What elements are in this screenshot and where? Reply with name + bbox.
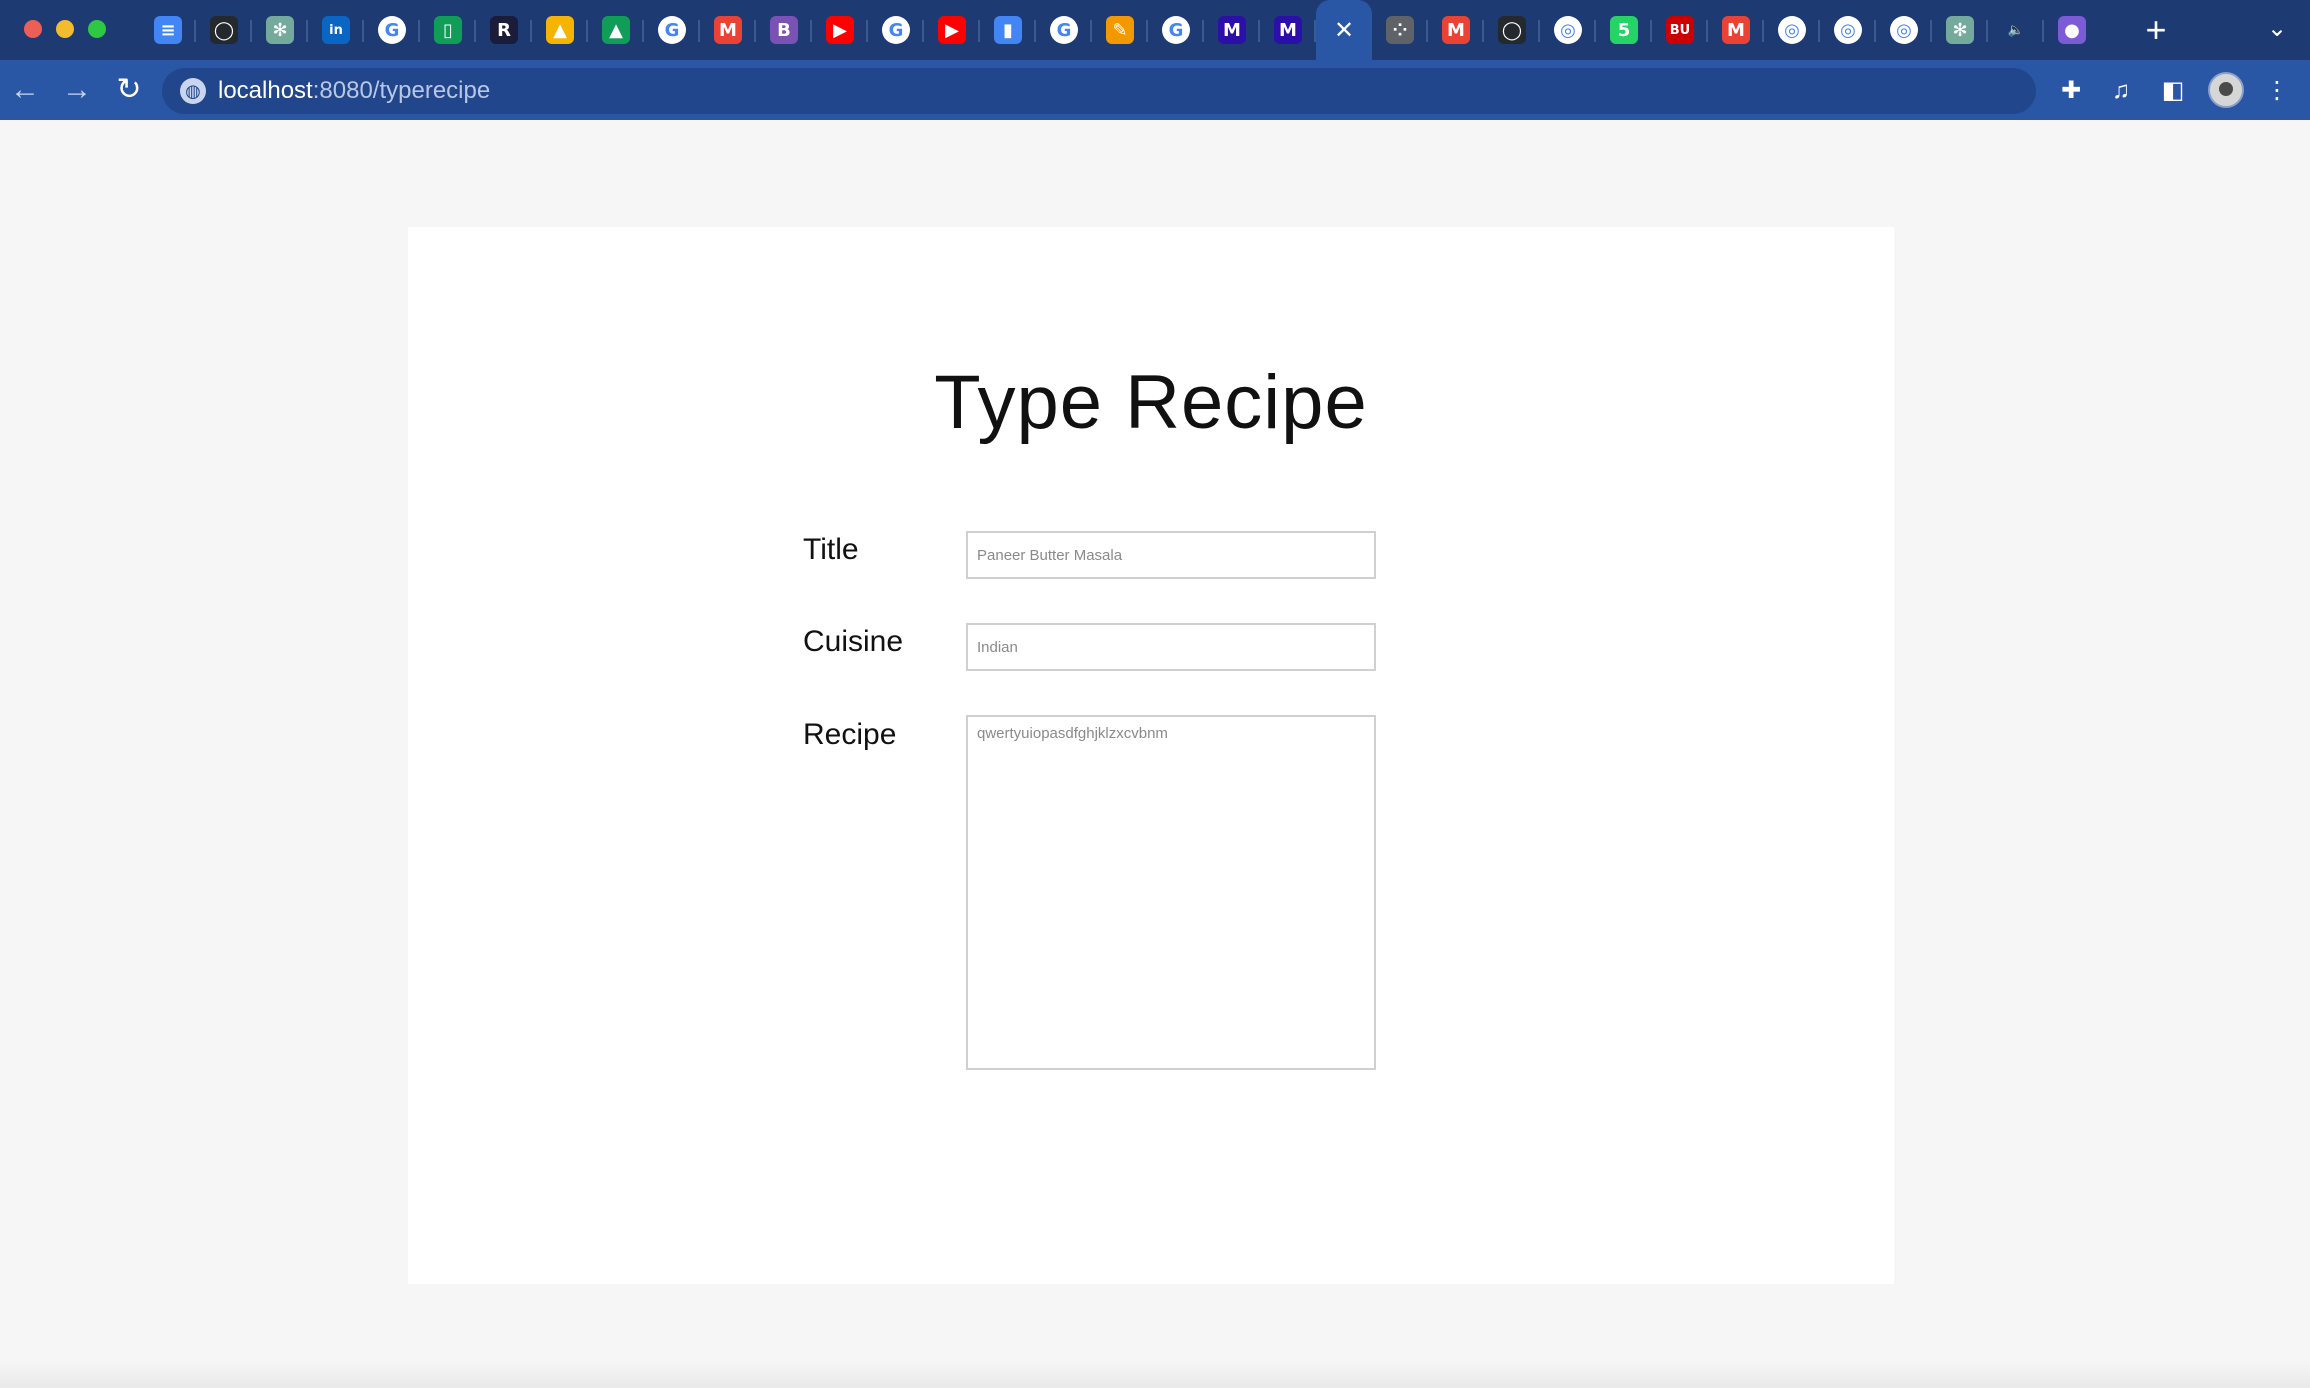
side-panel-icon[interactable]: ◧ [2156, 74, 2190, 108]
chrome-icon: ◎ [1890, 16, 1918, 44]
browser-tab[interactable]: M [1204, 0, 1260, 60]
tab-strip: ≡ ◯ ✻ in G ▯ R ▲ ▲ G M B ▶ G ▶ ▮ G ✎ G M M ✕ ⁘ M ◯ ◎ 5 BU M ◎ ◎ ◎ ✻ 🔈 ● + … [0, 0, 2310, 60]
youtube-icon: ▶ [938, 16, 966, 44]
close-icon[interactable]: ✕ [1330, 16, 1358, 44]
forward-button[interactable]: → [58, 72, 96, 110]
google-icon: G [378, 16, 406, 44]
google-icon: G [1162, 16, 1190, 44]
pencil-icon: ✎ [1106, 16, 1134, 44]
page-title: Type Recipe [934, 360, 1368, 445]
browser-tab[interactable]: ▶ [812, 0, 868, 60]
github-icon: ◯ [1498, 16, 1526, 44]
address-bar[interactable]: ◍ localhost:8080/typerecipe [162, 68, 2036, 114]
browser-tab[interactable]: ◎ [1764, 0, 1820, 60]
recipe-label: Recipe [803, 718, 897, 751]
youtube-icon: ▶ [826, 16, 854, 44]
browser-tab[interactable]: M [1708, 0, 1764, 60]
speaker-icon: 🔈 [2002, 16, 2030, 44]
browser-tab[interactable]: ◯ [1484, 0, 1540, 60]
tab-search-button[interactable]: ⌄ [2262, 14, 2292, 43]
browser-tab[interactable]: ◯ [196, 0, 252, 60]
browser-tab[interactable]: ▮ [980, 0, 1036, 60]
browser-tab[interactable]: 5 [1596, 0, 1652, 60]
google-icon: G [882, 16, 910, 44]
tab-list: ≡ ◯ ✻ in G ▯ R ▲ ▲ G M B ▶ G ▶ ▮ G ✎ G M M ✕ ⁘ M ◯ ◎ 5 BU M ◎ ◎ ◎ ✻ 🔈 ● [140, 0, 2100, 60]
url-host: localhost [218, 77, 313, 104]
url-text[interactable]: localhost:8080/typerecipe [218, 76, 490, 106]
reload-button[interactable]: ↻ [110, 72, 148, 110]
browser-tab[interactable]: G [1036, 0, 1092, 60]
chatgpt-icon: ✻ [266, 16, 294, 44]
drive-icon: ▲ [602, 16, 630, 44]
sheets-icon: ▯ [434, 16, 462, 44]
browser-tab[interactable]: M [1260, 0, 1316, 60]
browser-tab[interactable]: M [1428, 0, 1484, 60]
browser-tab[interactable]: ▲ [532, 0, 588, 60]
close-window-button[interactable] [24, 20, 42, 38]
whatsapp-icon: 5 [1610, 16, 1638, 44]
browser-tab[interactable]: ≡ [140, 0, 196, 60]
browser-tab[interactable]: ✻ [252, 0, 308, 60]
browser-menu-icon[interactable]: ⋮ [2260, 74, 2294, 108]
minimize-window-button[interactable] [56, 20, 74, 38]
browser-tab[interactable]: B [756, 0, 812, 60]
cuisine-input[interactable] [966, 623, 1376, 671]
browser-tab[interactable]: ◎ [1876, 0, 1932, 60]
browser-tab[interactable]: ▶ [924, 0, 980, 60]
chrome-icon: ◎ [1834, 16, 1862, 44]
new-tab-button[interactable]: + [2134, 8, 2178, 52]
browser-tab[interactable]: 🔈 [1988, 0, 2044, 60]
profile-avatar[interactable] [2208, 72, 2244, 108]
browser-tab[interactable]: G [644, 0, 700, 60]
cuisine-label: Cuisine [803, 625, 904, 658]
bootstrap-icon: B [770, 16, 798, 44]
recipe-textarea[interactable] [966, 715, 1376, 1070]
site-info-icon[interactable]: ◍ [180, 78, 206, 104]
gmail-icon: M [714, 16, 742, 44]
browser-tab[interactable]: R [476, 0, 532, 60]
github-icon: ◯ [210, 16, 238, 44]
linkedin-icon: in [322, 16, 350, 44]
browser-tab[interactable]: ◎ [1820, 0, 1876, 60]
page-bottom-edge [0, 1360, 2310, 1388]
browser-tab[interactable]: ⁘ [1372, 0, 1428, 60]
gmail-icon: M [1442, 16, 1470, 44]
google-icon: G [1050, 16, 1078, 44]
browser-tab[interactable]: G [1148, 0, 1204, 60]
analytics-icon: ▮ [994, 16, 1022, 44]
browser-tab[interactable]: ✎ [1092, 0, 1148, 60]
back-button[interactable]: ← [6, 72, 44, 110]
google-icon: G [658, 16, 686, 44]
bu-icon: BU [1666, 16, 1694, 44]
browser-tab[interactable]: G [868, 0, 924, 60]
m-icon: M [1274, 16, 1302, 44]
recipe-form-card: Type Recipe Title Cuisine Recipe [408, 227, 1894, 1284]
docs-icon: ≡ [154, 16, 182, 44]
title-input[interactable] [966, 531, 1376, 579]
title-label: Title [803, 533, 859, 566]
gmail-icon: M [1722, 16, 1750, 44]
browser-tab[interactable]: ✻ [1932, 0, 1988, 60]
url-path: :8080/typerecipe [312, 77, 491, 104]
replit-icon: R [490, 16, 518, 44]
browser-tab[interactable]: ▯ [420, 0, 476, 60]
m-icon: M [1218, 16, 1246, 44]
extensions-icon[interactable]: ✚ [2054, 74, 2088, 108]
browser-tab[interactable]: in [308, 0, 364, 60]
maximize-window-button[interactable] [88, 20, 106, 38]
browser-tab[interactable]: ✕ [1316, 0, 1372, 60]
browser-tab[interactable]: G [364, 0, 420, 60]
chrome-icon: ◎ [1554, 16, 1582, 44]
drive-icon: ▲ [546, 16, 574, 44]
browser-tab[interactable]: ● [2044, 0, 2100, 60]
apps-icon: ⁘ [1386, 16, 1414, 44]
browser-tab[interactable]: BU [1652, 0, 1708, 60]
chatgpt-icon: ✻ [1946, 16, 1974, 44]
orb-icon: ● [2058, 16, 2086, 44]
browser-tab[interactable]: ◎ [1540, 0, 1596, 60]
chrome-icon: ◎ [1778, 16, 1806, 44]
browser-tab[interactable]: ▲ [588, 0, 644, 60]
media-control-icon[interactable]: ♫ [2104, 74, 2138, 108]
browser-tab[interactable]: M [700, 0, 756, 60]
